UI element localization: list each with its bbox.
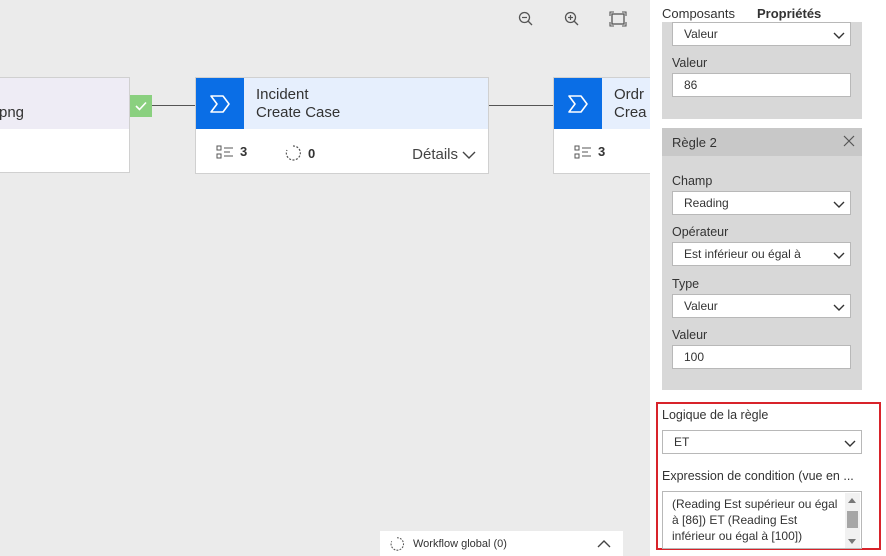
value-label: Valeur [672, 56, 708, 70]
loop-icon [390, 536, 405, 551]
details-button[interactable]: Détails [412, 146, 476, 163]
workflow-canvas[interactable]: png Incident Create Case 3 0 Détails Ord… [0, 0, 650, 556]
rule-1: Valeur Valeur 86 [662, 22, 862, 119]
rule-2: Règle 2 Champ Reading Opérateur Est infé… [662, 128, 862, 390]
node-subtitle: Crea [614, 104, 647, 121]
tab-composants[interactable]: Composants [662, 6, 735, 21]
scroll-up-icon[interactable] [848, 498, 856, 503]
fit-screen-icon[interactable] [609, 10, 627, 28]
zoom-in-icon[interactable] [563, 10, 581, 28]
node-subtitle: png [0, 104, 25, 121]
operator-label: Opérateur [672, 225, 729, 239]
check-icon [130, 95, 152, 117]
connector-line [152, 105, 195, 106]
type-select[interactable]: Valeur [672, 294, 851, 318]
rule-title: Règle 2 [672, 134, 717, 150]
node-header: Ordr Crea [554, 78, 650, 129]
chevron-down-icon [833, 32, 845, 39]
global-workflow-label: Workflow global (0) [413, 537, 507, 550]
node-title: Ordr [614, 86, 644, 103]
node-header: png [0, 78, 129, 129]
rule-header: Règle 2 [662, 128, 862, 156]
global-workflow-bar[interactable]: Workflow global (0) [380, 531, 623, 556]
connector-line [489, 105, 553, 106]
operator-select[interactable]: Est inférieur ou égal à [672, 242, 851, 266]
rule-logic-label: Logique de la règle [662, 408, 769, 422]
stage-icon [554, 78, 602, 129]
panel-tabs: Composants Propriétés [662, 6, 821, 21]
value-label: Valeur [672, 328, 708, 342]
node-titles: Ordr Crea [614, 86, 647, 122]
loop-icon [285, 145, 301, 161]
chevron-down-icon [833, 304, 845, 311]
chevron-down-icon [833, 201, 845, 208]
expression-label: Expression de condition (vue en ... [662, 469, 854, 483]
scroll-down-icon[interactable] [848, 539, 856, 544]
rule-logic-select[interactable]: ET [662, 430, 862, 454]
steps-count: 3 [574, 144, 605, 159]
workflow-node-left[interactable]: png [0, 77, 130, 173]
workflow-node-order[interactable]: Ordr Crea 3 [553, 77, 650, 174]
scrollbar[interactable] [845, 493, 860, 548]
loops-count: 0 [284, 144, 315, 162]
close-icon[interactable] [842, 134, 856, 148]
node-title: Incident [256, 86, 309, 103]
chevron-down-icon [462, 151, 476, 159]
chevron-down-icon [833, 252, 845, 259]
expression-textarea[interactable]: (Reading Est supérieur ou égal à [86]) E… [662, 491, 862, 549]
value-input[interactable]: 86 [672, 73, 851, 97]
chevron-up-icon [597, 540, 611, 548]
type-label: Type [672, 277, 700, 291]
workflow-node-incident[interactable]: Incident Create Case 3 0 Détails [195, 77, 489, 174]
zoom-out-icon[interactable] [517, 10, 535, 28]
steps-count: 3 [216, 144, 247, 159]
tab-proprietes[interactable]: Propriétés [757, 6, 821, 21]
field-label: Champ [672, 174, 713, 188]
scroll-thumb[interactable] [847, 511, 858, 528]
type-select[interactable]: Valeur [672, 22, 851, 46]
chevron-down-icon [844, 440, 856, 447]
list-icon [574, 145, 591, 158]
node-subtitle: Create Case [256, 104, 341, 121]
node-header: Incident Create Case [196, 78, 488, 129]
node-titles: Incident Create Case [256, 86, 340, 122]
list-icon [216, 145, 233, 158]
field-select[interactable]: Reading [672, 191, 851, 215]
stage-icon [196, 78, 244, 129]
value-input[interactable]: 100 [672, 345, 851, 369]
